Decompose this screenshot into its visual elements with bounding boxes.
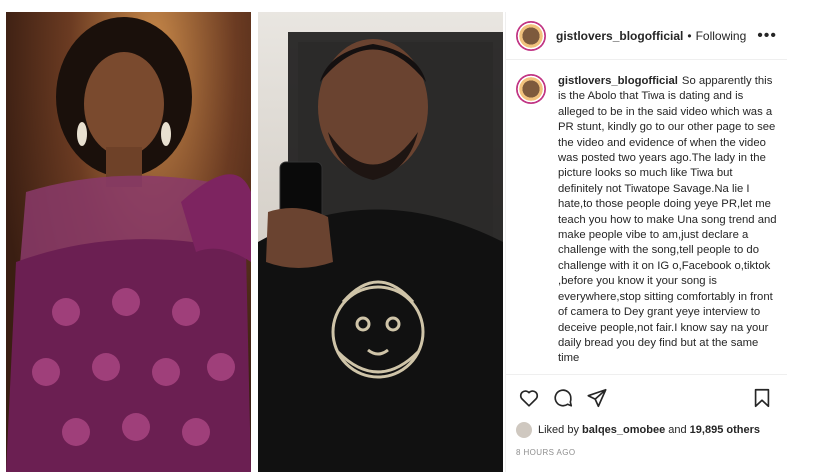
likes-and: and xyxy=(668,424,687,436)
bookmark-icon[interactable] xyxy=(749,385,775,411)
post-side-panel: gistlovers_blogofficial • Following ••• … xyxy=(505,12,787,472)
caption-avatar[interactable] xyxy=(516,74,546,104)
woman-photo-illustration xyxy=(6,17,251,472)
caption-username[interactable]: gistlovers_blogofficial xyxy=(558,75,678,87)
more-options-icon[interactable]: ••• xyxy=(757,27,777,45)
man-photo-illustration xyxy=(258,32,503,472)
caption-text: gistlovers_blogofficial So apparently thi… xyxy=(558,74,777,374)
caption-body: So apparently this is the Abolo that Tiw… xyxy=(558,75,777,365)
post-media xyxy=(0,0,505,472)
liker-username[interactable]: balqes_omobee xyxy=(582,424,665,436)
heart-icon[interactable] xyxy=(516,385,542,411)
photo-woman-in-purple-dress xyxy=(6,12,251,472)
likes-row: Liked by balqes_omobee and 19,895 others xyxy=(506,420,787,440)
share-icon[interactable] xyxy=(584,385,610,411)
action-bar xyxy=(506,374,787,420)
profile-avatar[interactable] xyxy=(516,20,546,51)
post-header: gistlovers_blogofficial • Following ••• xyxy=(506,12,787,60)
likes-count[interactable]: 19,895 others xyxy=(690,424,760,436)
post-timestamp[interactable]: 8 HOURS AGO xyxy=(506,440,787,457)
comment-icon[interactable] xyxy=(550,385,576,411)
following-button[interactable]: Following xyxy=(696,29,747,43)
likes-prefix: Liked by xyxy=(538,424,579,436)
liker-avatar[interactable] xyxy=(516,422,532,438)
photo-man-selfie xyxy=(258,12,503,472)
header-username[interactable]: gistlovers_blogofficial xyxy=(556,29,683,43)
caption-section: gistlovers_blogofficial So apparently thi… xyxy=(506,60,787,374)
separator-dot: • xyxy=(687,28,692,43)
